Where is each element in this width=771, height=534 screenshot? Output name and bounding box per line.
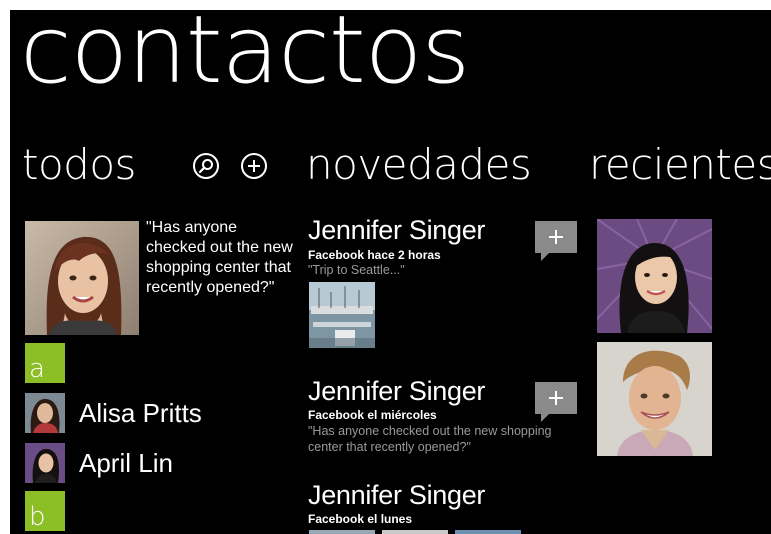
group-letter-a[interactable]: a: [25, 343, 65, 384]
recent-contact-1-photo[interactable]: [597, 219, 712, 333]
feed-item-1-photo[interactable]: [309, 282, 375, 348]
featured-contact-photo[interactable]: [25, 221, 139, 335]
feed-item-3-photo-3[interactable]: [455, 530, 521, 534]
group-letter-b[interactable]: b: [25, 491, 65, 532]
comment-button-1[interactable]: [535, 221, 577, 263]
section-header-novedades[interactable]: novedades: [306, 141, 532, 188]
comment-plus-icon: [535, 221, 577, 267]
feed-item-3-photo-2[interactable]: [382, 530, 448, 534]
feed-item-1-text: "Trip to Seattle...": [308, 263, 405, 277]
hub-title: contactos: [20, 10, 470, 105]
people-hub-screen: contactos todos novedades recientes "Has…: [10, 10, 771, 534]
feed-item-2-source: Facebook el miércoles: [308, 408, 437, 422]
avatar: [25, 393, 65, 433]
comment-button-2[interactable]: [535, 382, 577, 424]
add-contact-button[interactable]: [241, 153, 267, 179]
feed-item-3-photo-1[interactable]: [309, 530, 375, 534]
contact-name: Alisa Pritts: [79, 398, 202, 428]
contact-item-alisa-pritts[interactable]: Alisa Pritts: [25, 393, 225, 433]
search-button[interactable]: [193, 153, 219, 179]
recent-contact-2-photo[interactable]: [597, 342, 712, 456]
featured-contact-quote: "Has anyone checked out the new shopping…: [146, 219, 293, 296]
avatar: [25, 443, 65, 483]
comment-plus-icon: [535, 382, 577, 428]
feed-item-2-name[interactable]: Jennifer Singer: [308, 376, 485, 407]
feed-item-3-name[interactable]: Jennifer Singer: [308, 480, 485, 511]
contact-name: April Lin: [79, 448, 173, 478]
feed-item-3-source: Facebook el lunes: [308, 512, 413, 526]
section-header-recientes[interactable]: recientes: [589, 141, 771, 188]
contact-item-april-lin[interactable]: April Lin: [25, 443, 225, 483]
feed-item-1-name[interactable]: Jennifer Singer: [308, 215, 485, 246]
section-header-todos[interactable]: todos: [22, 141, 136, 188]
feed-item-1-source: Facebook hace 2 horas: [308, 248, 441, 262]
